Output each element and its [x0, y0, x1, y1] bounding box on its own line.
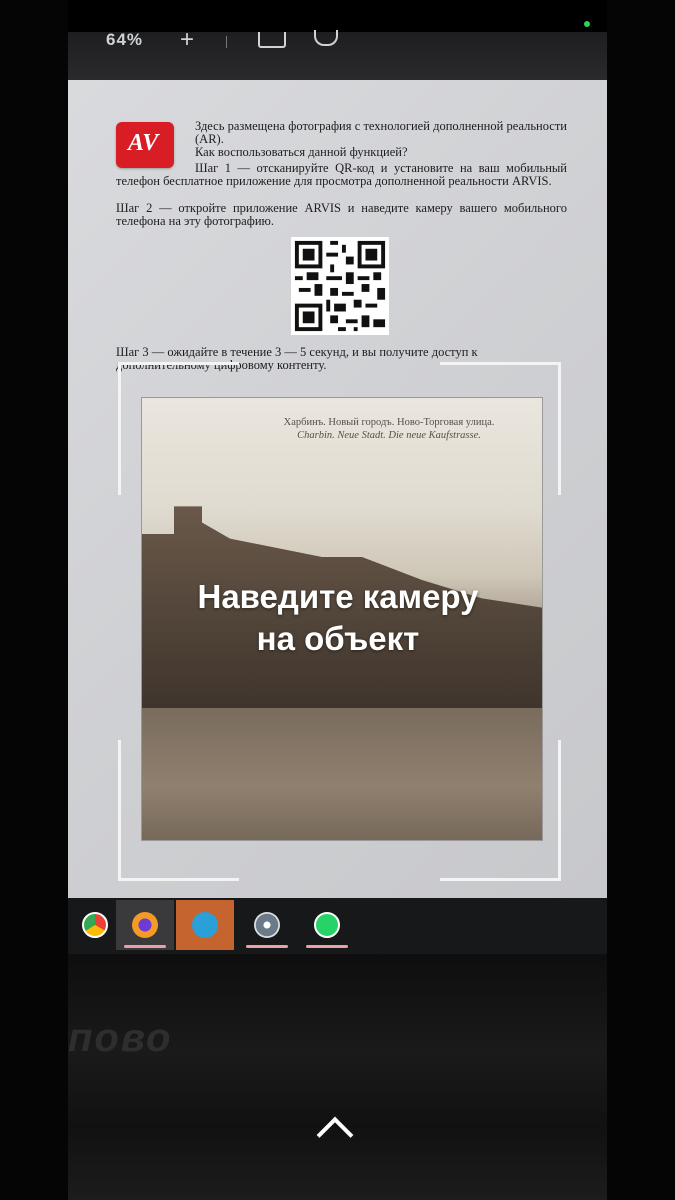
scan-frame-corner-bottom-right [440, 740, 561, 881]
film-reel-icon [254, 912, 280, 938]
camera-active-indicator [584, 21, 590, 27]
browser-toolbar: 64% + [68, 26, 607, 80]
chrome-icon [82, 912, 108, 938]
firefox-icon [132, 912, 158, 938]
taskbar-app-telegram[interactable] [176, 900, 234, 950]
zoom-in-button[interactable]: + [180, 26, 194, 54]
whatsapp-icon [314, 912, 340, 938]
taskbar-app-whatsapp[interactable] [298, 900, 356, 950]
taskbar-app-video[interactable] [238, 900, 296, 950]
scan-frame-corner-top-right [440, 362, 561, 495]
monitor-bezel: пово [68, 954, 607, 1200]
running-indicator [306, 945, 348, 948]
scan-instruction: Наведите камеру на объект [197, 578, 479, 657]
rotate-icon[interactable] [314, 30, 338, 46]
taskbar [68, 898, 607, 954]
toolbar-separator [226, 36, 227, 48]
ar-step-1: Шаг 1 — отсканируйте QR-код и установите… [116, 161, 567, 188]
telegram-icon [192, 912, 218, 938]
taskbar-app-firefox[interactable] [116, 900, 174, 950]
ar-step-2: Шаг 2 — откройте приложение ARVIS и наве… [116, 201, 567, 228]
monitor-brand-text: пово [68, 1016, 173, 1060]
camera-viewport-right-edge [607, 0, 675, 1200]
ar-howto-heading: Как воспользоваться данной функцией? [195, 145, 408, 159]
scan-frame-corner-top-left [118, 362, 239, 495]
camera-viewport-left-edge [0, 0, 68, 1200]
fullscreen-icon[interactable] [258, 32, 286, 48]
scan-frame-corner-bottom-left [118, 740, 239, 881]
zoom-level[interactable]: 64% [106, 30, 143, 50]
running-indicator [246, 945, 288, 948]
ar-intro-text: Здесь размещена фотография с технологией… [195, 119, 567, 146]
qr-code [291, 237, 389, 335]
running-indicator [124, 945, 166, 948]
